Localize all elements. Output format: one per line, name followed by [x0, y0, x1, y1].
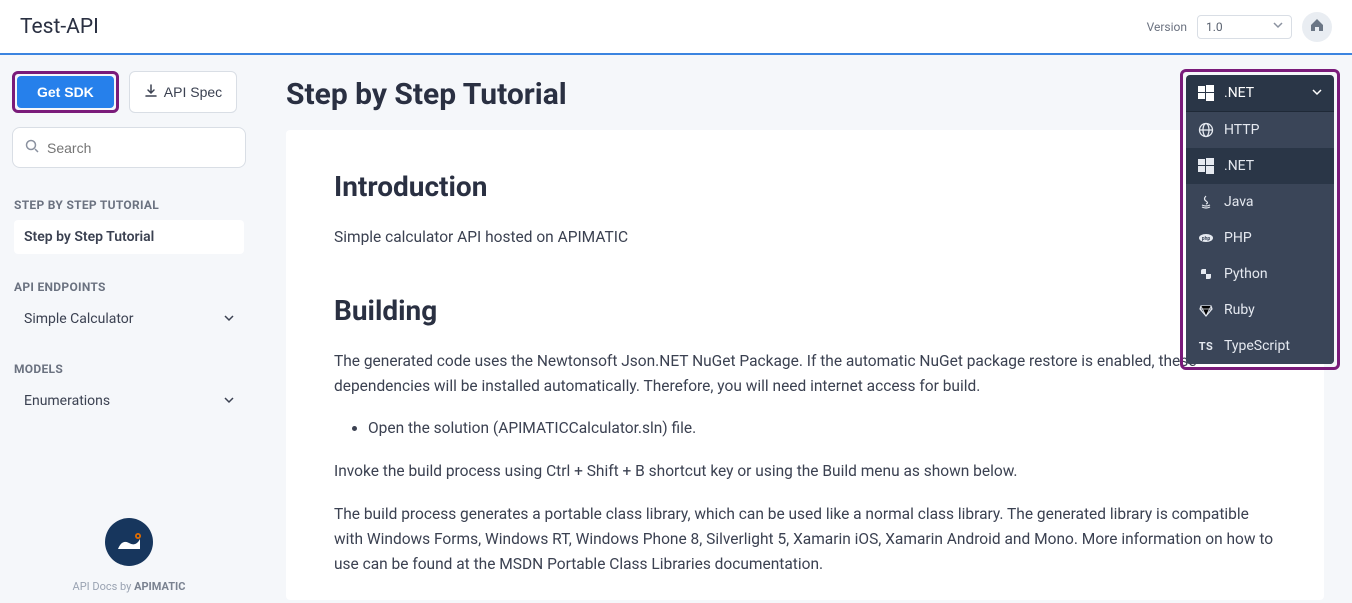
globe-icon: [1198, 122, 1214, 138]
intro-heading: Introduction: [334, 170, 1276, 203]
nav-heading-models: MODELS: [14, 362, 244, 376]
download-icon: [144, 84, 158, 101]
main-content: Step by Step Tutorial Introduction Simpl…: [258, 55, 1352, 603]
app-title: Test-API: [20, 15, 99, 39]
building-heading: Building: [334, 294, 1276, 327]
typescript-icon: TS: [1198, 338, 1214, 354]
language-option-python[interactable]: Python: [1186, 256, 1334, 292]
building-paragraph: The build process generates a portable c…: [334, 502, 1276, 576]
footer-credit: API Docs by APIMATIC: [8, 580, 250, 593]
api-spec-button[interactable]: API Spec: [129, 71, 237, 113]
api-spec-label: API Spec: [164, 84, 222, 100]
version-select[interactable]: 1.0: [1197, 15, 1292, 39]
search-input[interactable]: [47, 140, 233, 156]
home-button[interactable]: [1302, 12, 1332, 42]
language-panel-highlight: .NET HTTP: [1180, 69, 1340, 370]
building-paragraph: Invoke the build process using Ctrl + Sh…: [334, 459, 1276, 484]
language-option-dotnet[interactable]: .NET: [1186, 148, 1334, 184]
nav-heading-endpoints: API ENDPOINTS: [14, 280, 244, 294]
sidebar-item-step-tutorial[interactable]: Step by Step Tutorial: [14, 220, 244, 254]
chevron-down-icon: [1312, 85, 1322, 101]
version-value: 1.0: [1206, 20, 1223, 34]
search-input-wrap[interactable]: [12, 127, 246, 168]
language-option-label: TypeScript: [1224, 338, 1290, 354]
language-dropdown: .NET HTTP: [1186, 75, 1334, 364]
php-icon: php: [1198, 230, 1214, 246]
windows-icon: [1198, 158, 1214, 174]
language-option-label: Java: [1224, 194, 1254, 210]
building-paragraph: The generated code uses the Newtonsoft J…: [334, 349, 1276, 399]
page-title: Step by Step Tutorial: [286, 77, 1324, 112]
list-item: Open the solution (APIMATICCalculator.sl…: [368, 416, 1276, 441]
sidebar-item-enumerations[interactable]: Enumerations: [14, 384, 244, 418]
language-option-typescript[interactable]: TS TypeScript: [1186, 328, 1334, 364]
language-option-label: .NET: [1224, 158, 1254, 174]
home-icon: [1309, 17, 1325, 37]
language-option-http[interactable]: HTTP: [1186, 112, 1334, 148]
chevron-down-icon: [1273, 20, 1283, 33]
language-option-label: PHP: [1224, 230, 1252, 246]
python-icon: [1198, 266, 1214, 282]
sidebar-item-label: Step by Step Tutorial: [24, 229, 154, 245]
language-option-label: Ruby: [1224, 302, 1255, 318]
get-sdk-button[interactable]: Get SDK: [17, 76, 114, 108]
nav-heading-tutorial: STEP BY STEP TUTORIAL: [14, 198, 244, 212]
sidebar-item-label: Simple Calculator: [24, 311, 134, 327]
language-option-list: HTTP .NET Java: [1186, 112, 1334, 364]
chevron-down-icon: [224, 394, 234, 408]
topbar-right: Version 1.0: [1147, 12, 1332, 42]
java-icon: [1198, 194, 1214, 210]
building-list: Open the solution (APIMATICCalculator.sl…: [334, 416, 1276, 441]
intro-text: Simple calculator API hosted on APIMATIC: [334, 225, 1276, 250]
version-label: Version: [1147, 20, 1187, 34]
language-option-java[interactable]: Java: [1186, 184, 1334, 220]
gear-icon: [133, 526, 143, 536]
language-selected-label: .NET: [1224, 85, 1254, 101]
svg-text:php: php: [1202, 236, 1211, 242]
ruby-icon: [1198, 302, 1214, 318]
brand-logo: [105, 518, 153, 566]
chevron-down-icon: [224, 312, 234, 326]
topbar: Test-API Version 1.0: [0, 0, 1352, 55]
language-option-label: HTTP: [1224, 122, 1259, 138]
search-icon: [25, 138, 39, 157]
content-card: Introduction Simple calculator API hoste…: [286, 130, 1324, 600]
language-option-php[interactable]: php PHP: [1186, 220, 1334, 256]
windows-icon: [1198, 85, 1214, 101]
language-option-label: Python: [1224, 266, 1268, 282]
sidebar-item-simple-calculator[interactable]: Simple Calculator: [14, 302, 244, 336]
get-sdk-highlight: Get SDK: [12, 71, 119, 113]
language-option-ruby[interactable]: Ruby: [1186, 292, 1334, 328]
sidebar-item-label: Enumerations: [24, 393, 110, 409]
sidebar: Get SDK API Spec STEP BY STEP TUTORIAL S…: [0, 55, 258, 603]
language-selected[interactable]: .NET: [1186, 75, 1334, 112]
